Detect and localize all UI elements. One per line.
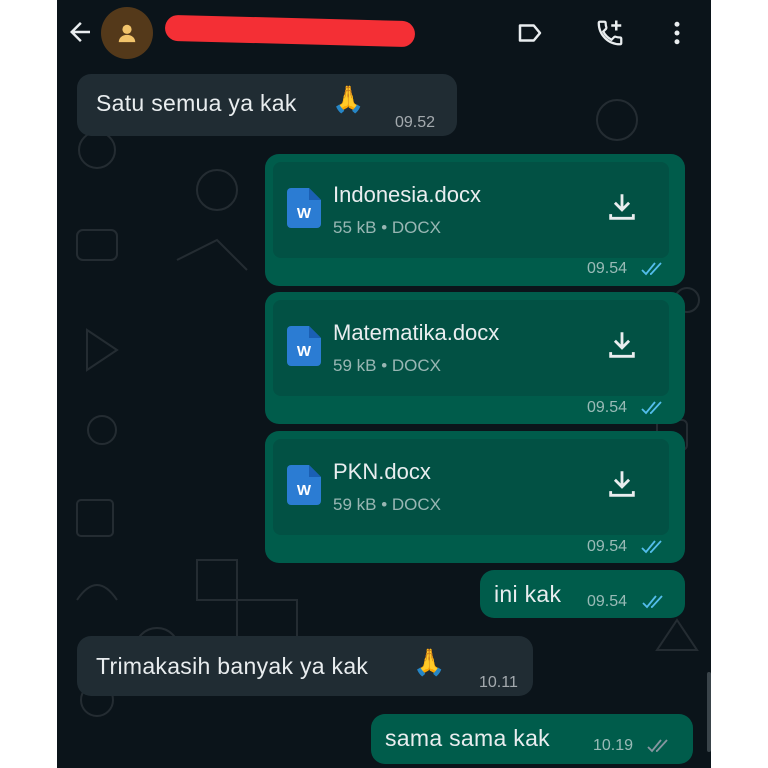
read-ticks-icon [642, 595, 663, 609]
message-text: Satu semua ya kak [96, 90, 297, 116]
chat-screen: Satu semua ya kak 🙏 09.52 W Indonesia.do… [57, 0, 711, 768]
message-text: sama sama kak [385, 725, 550, 751]
message-time: 09.54 [587, 593, 628, 610]
add-call-icon[interactable] [595, 18, 625, 48]
more-vert-icon[interactable] [662, 18, 692, 48]
message-time: 09.52 [395, 114, 436, 131]
document-file-name: Indonesia.docx [333, 182, 481, 207]
label-icon[interactable] [515, 18, 545, 48]
svg-text:W: W [297, 205, 312, 222]
message-text: Trimakasih banyak ya kak [96, 653, 369, 679]
message-time: 09.54 [587, 538, 628, 555]
delivered-ticks-icon [647, 739, 668, 753]
message-incoming[interactable]: Satu semua ya kak 🙏 09.52 [77, 74, 457, 136]
download-icon[interactable] [605, 328, 639, 362]
message-document[interactable]: W PKN.docx 59 kB • DOCX 09.54 [265, 431, 685, 563]
document-meta: 59 kB • DOCX [333, 356, 441, 375]
read-ticks-icon [641, 401, 662, 415]
arrow-left-icon[interactable] [65, 17, 95, 47]
read-ticks-icon [641, 262, 662, 276]
word-document-icon: W [287, 188, 321, 228]
message-time: 09.54 [587, 260, 628, 277]
scrollbar[interactable] [707, 672, 711, 752]
read-ticks-icon [641, 540, 662, 554]
message-document[interactable]: W Indonesia.docx 55 kB • DOCX 09.54 [265, 154, 685, 286]
pray-emoji: 🙏 [413, 647, 446, 677]
download-icon[interactable] [605, 467, 639, 501]
document-file-name: PKN.docx [333, 459, 431, 484]
avatar[interactable] [101, 7, 153, 59]
chat-header [57, 0, 711, 66]
word-document-icon: W [287, 326, 321, 366]
document-card[interactable]: W Matematika.docx 59 kB • DOCX [273, 300, 669, 396]
pray-emoji: 🙏 [332, 84, 365, 114]
message-incoming[interactable]: Trimakasih banyak ya kak 🙏 10.11 [77, 636, 533, 696]
document-file-name: Matematika.docx [333, 320, 500, 345]
svg-text:W: W [297, 343, 312, 360]
svg-text:W: W [297, 482, 312, 499]
message-time: 10.19 [593, 737, 634, 754]
person-icon [118, 24, 136, 43]
document-meta: 55 kB • DOCX [333, 218, 441, 237]
document-card[interactable]: W PKN.docx 59 kB • DOCX [273, 439, 669, 535]
message-time: 10.11 [479, 674, 518, 691]
message-document[interactable]: W Matematika.docx 59 kB • DOCX 09.54 [265, 292, 685, 424]
message-text: ini kak [494, 581, 562, 607]
document-meta: 59 kB • DOCX [333, 495, 441, 514]
word-document-icon: W [287, 465, 321, 505]
message-outgoing[interactable]: sama sama kak 10.19 [371, 714, 693, 764]
download-icon[interactable] [605, 190, 639, 224]
document-card[interactable]: W Indonesia.docx 55 kB • DOCX [273, 162, 669, 258]
message-time: 09.54 [587, 399, 628, 416]
redacted-contact-name [164, 14, 416, 48]
message-outgoing[interactable]: ini kak 09.54 [480, 570, 685, 618]
